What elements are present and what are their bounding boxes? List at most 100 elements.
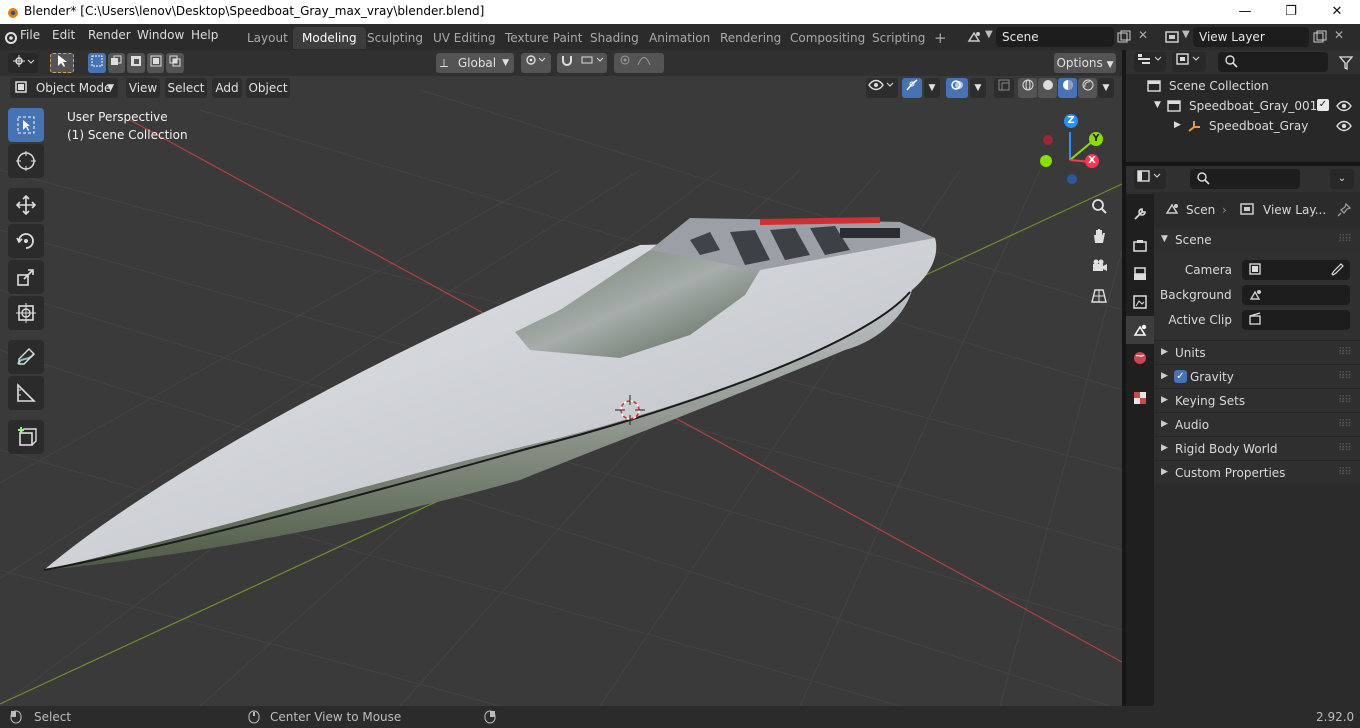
add-menu[interactable]: Add — [212, 78, 242, 98]
menu-window[interactable]: Window — [137, 28, 184, 42]
rigid-body-world-panel-header[interactable]: ▶ Rigid Body World ⠿⠿ — [1154, 436, 1360, 460]
outliner-editor-type-button[interactable] — [1134, 52, 1166, 72]
maximize-button[interactable]: ❐ — [1268, 0, 1314, 24]
duplicate-scene-icon[interactable] — [1116, 29, 1132, 45]
gizmo-y-axis[interactable]: Y — [1089, 132, 1103, 146]
tool-settings-tab-icon[interactable] — [1126, 200, 1154, 228]
annotate-tool-icon[interactable] — [8, 340, 44, 374]
outliner-row-speedboat-collection[interactable]: ▼ Speedboat_Gray_001 ✓ — [1126, 96, 1360, 116]
gizmo-z-axis[interactable]: Z — [1064, 114, 1078, 128]
solid-shading-icon[interactable] — [1038, 78, 1057, 98]
background-scene-field[interactable] — [1242, 285, 1350, 305]
chevron-down-icon[interactable]: ▼ — [1182, 29, 1190, 40]
pan-hand-icon[interactable] — [1085, 222, 1113, 250]
select-intersect-icon[interactable] — [166, 53, 184, 73]
view-layer-name-field[interactable]: View Layer — [1193, 27, 1309, 47]
interaction-mode-dropdown[interactable]: Object Mode ▼ — [10, 78, 118, 98]
eye-icon[interactable] — [1336, 99, 1352, 113]
transform-tool-icon[interactable] — [8, 296, 44, 330]
pivot-point-dropdown[interactable] — [521, 53, 551, 73]
drag-handle-icon[interactable]: ⠿⠿ — [1338, 234, 1352, 245]
view-menu[interactable]: View — [126, 78, 160, 98]
custom-properties-panel-header[interactable]: ▶ Custom Properties ⠿⠿ — [1154, 460, 1360, 484]
tab-uv-editing[interactable]: UV Editing — [424, 27, 505, 49]
select-menu[interactable]: Select — [165, 78, 207, 98]
tab-scripting[interactable]: Scripting — [863, 27, 934, 49]
transform-orientation-dropdown[interactable]: ⟂ Global ▼ — [436, 53, 514, 73]
menu-file[interactable]: File — [20, 28, 40, 42]
expand-arrow-icon[interactable]: ▶ — [1174, 120, 1181, 130]
tab-rendering[interactable]: Rendering — [711, 27, 790, 49]
zoom-icon[interactable] — [1085, 192, 1113, 220]
chevron-down-icon[interactable]: ⌄ — [1330, 169, 1354, 189]
tab-texture-paint[interactable]: Texture Paint — [496, 27, 591, 49]
select-extend-icon[interactable] — [107, 53, 126, 73]
remove-scene-icon[interactable]: ✕ — [1138, 28, 1148, 42]
select-box-tool-button[interactable] — [50, 53, 74, 73]
remove-view-layer-icon[interactable]: ✕ — [1334, 28, 1344, 42]
gravity-checkbox[interactable]: ✓ — [1174, 370, 1187, 383]
units-panel-header[interactable]: ▶ Units ⠿⠿ — [1154, 340, 1360, 364]
texture-tab-icon[interactable] — [1126, 384, 1154, 412]
tab-animation[interactable]: Animation — [640, 27, 719, 49]
snapping-group[interactable] — [557, 53, 607, 73]
editor-type-button[interactable] — [8, 53, 38, 73]
outliner-row-speedboat-object[interactable]: ▶ Speedboat_Gray — [1126, 116, 1360, 136]
render-tab-icon[interactable] — [1126, 232, 1154, 260]
drag-handle-icon[interactable]: ⠿⠿ — [1338, 467, 1352, 478]
drag-handle-icon[interactable]: ⠿⠿ — [1338, 419, 1352, 430]
gizmos-toggle-icon[interactable] — [902, 78, 922, 98]
scene-name-field[interactable]: Scene — [996, 27, 1114, 47]
gravity-panel-header[interactable]: ▶ ✓ Gravity ⠿⠿ — [1154, 364, 1360, 388]
scene-panel-header[interactable]: ▼ Scene ⠿⠿ — [1154, 228, 1360, 252]
object-menu[interactable]: Object — [246, 78, 290, 98]
tab-compositing[interactable]: Compositing — [781, 27, 874, 49]
measure-tool-icon[interactable] — [8, 376, 44, 410]
select-subtract-icon[interactable] — [127, 53, 145, 73]
rotate-tool-icon[interactable] — [8, 224, 44, 258]
gizmo-x-axis[interactable]: X — [1085, 154, 1099, 168]
wireframe-shading-icon[interactable] — [1018, 78, 1037, 98]
active-clip-field[interactable] — [1242, 310, 1350, 330]
display-mode-dropdown[interactable] — [1172, 52, 1206, 72]
proportional-editing-group[interactable] — [614, 53, 664, 73]
scale-tool-icon[interactable] — [8, 260, 44, 294]
add-workspace-button[interactable]: + — [925, 27, 956, 49]
drag-handle-icon[interactable]: ⠿⠿ — [1338, 347, 1352, 358]
perspective-toggle-icon[interactable] — [1085, 282, 1113, 310]
drag-handle-icon[interactable]: ⠿⠿ — [1338, 395, 1352, 406]
move-tool-icon[interactable] — [8, 188, 44, 222]
chevron-down-icon[interactable]: ▼ — [985, 29, 993, 40]
chevron-down-icon[interactable]: ▼ — [924, 78, 940, 98]
properties-search-input[interactable] — [1190, 169, 1300, 189]
tab-sculpting[interactable]: Sculpting — [358, 27, 432, 49]
output-tab-icon[interactable] — [1126, 260, 1154, 288]
menu-edit[interactable]: Edit — [52, 28, 75, 42]
world-tab-icon[interactable] — [1126, 344, 1154, 372]
material-preview-shading-icon[interactable] — [1058, 78, 1077, 98]
expand-arrow-icon[interactable]: ▼ — [1154, 100, 1161, 110]
tab-modeling[interactable]: Modeling — [293, 27, 366, 49]
options-dropdown[interactable]: Options ▼ — [1054, 53, 1116, 73]
3d-viewport[interactable]: Z Y X User Perspective (1) Scene Collect… — [0, 50, 1122, 706]
filter-icon[interactable] — [1338, 55, 1354, 71]
outliner-search-input[interactable] — [1218, 52, 1328, 72]
xray-toggle-icon[interactable] — [994, 78, 1014, 98]
drag-handle-icon[interactable]: ⠿⠿ — [1338, 371, 1352, 382]
select-new-icon[interactable] — [88, 53, 106, 73]
minimize-button[interactable]: — — [1222, 0, 1268, 24]
scene-tab-icon[interactable] — [1126, 316, 1154, 344]
view-layer-tab-icon[interactable] — [1126, 288, 1154, 316]
drag-handle-icon[interactable]: ⠿⠿ — [1338, 443, 1352, 454]
audio-panel-header[interactable]: ▶ Audio ⠿⠿ — [1154, 412, 1360, 436]
exclude-checkbox[interactable]: ✓ — [1317, 99, 1329, 111]
select-invert-icon[interactable] — [146, 53, 165, 73]
rendered-shading-icon[interactable] — [1078, 78, 1097, 98]
cursor-tool-icon[interactable] — [8, 144, 44, 178]
keying-sets-panel-header[interactable]: ▶ Keying Sets ⠿⠿ — [1154, 388, 1360, 412]
camera-view-icon[interactable] — [1085, 252, 1113, 280]
overlays-toggle-icon[interactable] — [946, 78, 968, 98]
menu-help[interactable]: Help — [191, 28, 218, 42]
eye-icon[interactable] — [1336, 119, 1352, 133]
pin-icon[interactable] — [1336, 202, 1352, 218]
